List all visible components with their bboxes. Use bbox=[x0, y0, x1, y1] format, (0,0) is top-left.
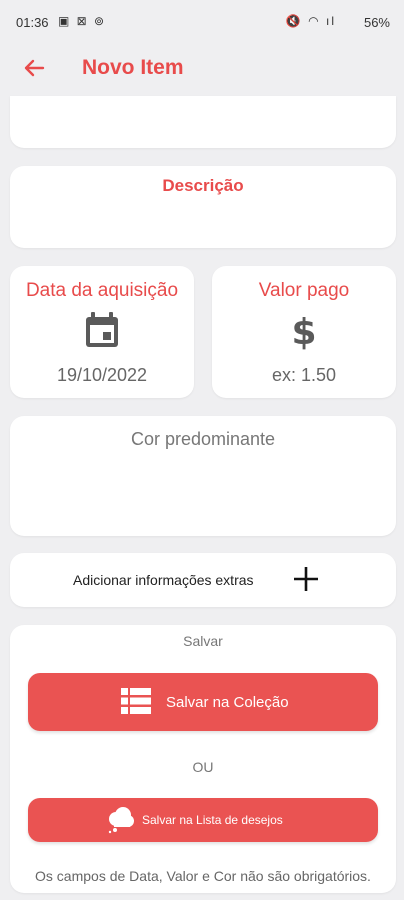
value-placeholder: ex: 1.50 bbox=[271, 365, 337, 385]
signal-icons: 🔇 ◠ ıl bbox=[285, 14, 336, 28]
value-label: Valor pago bbox=[258, 280, 350, 301]
dollar-icon: $ bbox=[291, 312, 316, 353]
price-field[interactable]: Valor pago $ ex: 1.50 bbox=[212, 266, 396, 398]
save-collection-button[interactable]: Salvar na Coleção bbox=[28, 673, 378, 731]
back-button[interactable] bbox=[18, 52, 50, 84]
status-time: 01:36 bbox=[16, 15, 49, 30]
plus-icon bbox=[294, 567, 318, 591]
color-label: Cor predominante bbox=[130, 429, 276, 449]
app-bar: Novo Item bbox=[0, 44, 404, 96]
date-label: Data da aquisição bbox=[25, 280, 179, 301]
cloud-icon bbox=[108, 807, 134, 834]
calendar-icon bbox=[86, 312, 118, 347]
save-collection-label: Salvar na Coleção bbox=[166, 694, 289, 711]
date-value: 19/10/2022 bbox=[56, 365, 148, 385]
notification-icons: ▣ ⊠ ⊚ bbox=[58, 14, 107, 28]
color-field[interactable]: Cor predominante bbox=[10, 416, 396, 536]
calendar-icon-wrap bbox=[10, 310, 194, 350]
save-wishlist-button[interactable]: Salvar na Lista de desejos bbox=[28, 798, 378, 842]
battery-level: 56% bbox=[363, 15, 390, 30]
dollar-icon-wrap: $ bbox=[212, 310, 396, 353]
acquisition-date-field[interactable]: Data da aquisição 19/10/2022 bbox=[10, 266, 194, 398]
description-field[interactable]: Descrição bbox=[10, 166, 396, 248]
add-extra-info-button[interactable]: Adicionar informações extras bbox=[10, 553, 396, 607]
extra-info-label: Adicionar informações extras bbox=[73, 572, 254, 588]
name-field[interactable] bbox=[10, 96, 396, 148]
status-bar: 01:36 ▣ ⊠ ⊚ 🔇 ◠ ıl 56% bbox=[0, 0, 404, 44]
save-title: Salvar bbox=[183, 633, 223, 649]
page-title: Novo Item bbox=[82, 56, 184, 79]
arrow-left-icon bbox=[24, 59, 45, 77]
or-label: OU bbox=[192, 759, 214, 775]
description-label: Descrição bbox=[162, 176, 244, 195]
save-wishlist-label: Salvar na Lista de desejos bbox=[142, 813, 283, 827]
svg-text:$: $ bbox=[291, 312, 316, 350]
list-icon bbox=[121, 688, 151, 714]
optional-fields-note: Os campos de Data, Valor e Cor não são o… bbox=[35, 868, 371, 884]
save-section: Salvar Salvar na Coleção OU Salvar na Li… bbox=[10, 625, 396, 893]
